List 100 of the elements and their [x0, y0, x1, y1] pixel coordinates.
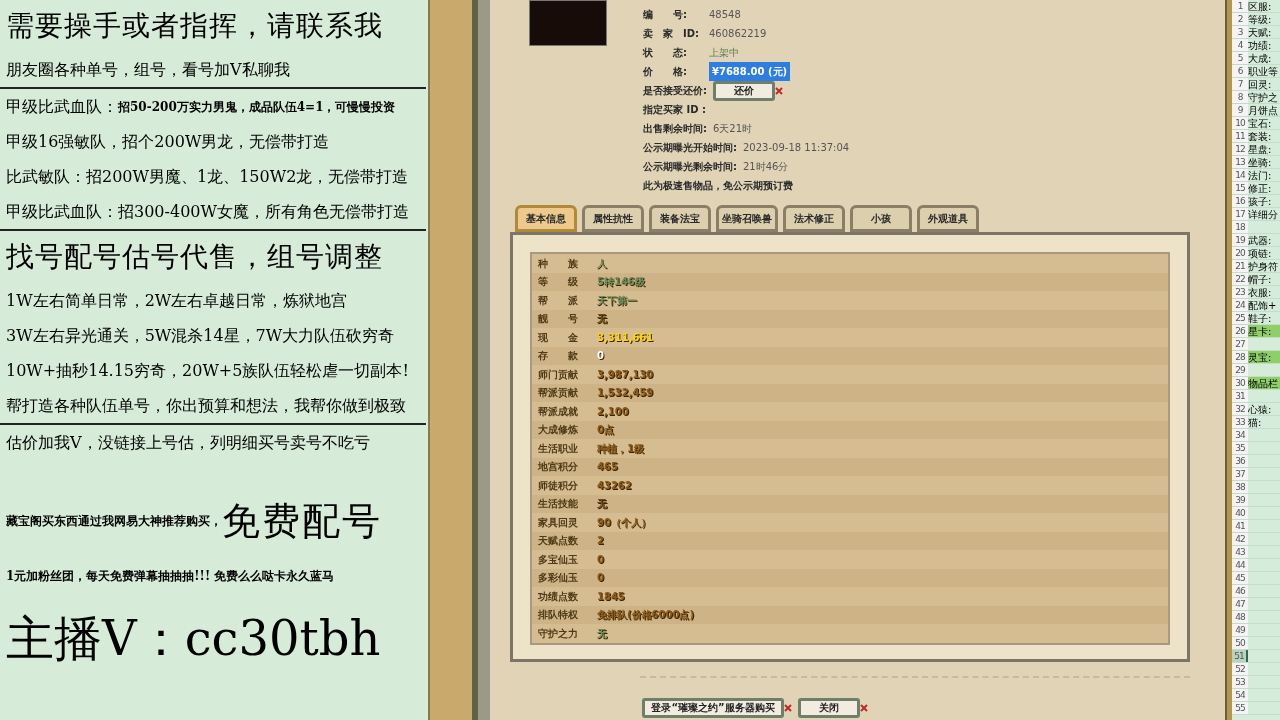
row-number: 8	[1232, 91, 1248, 103]
row-number: 37	[1232, 468, 1248, 480]
tab[interactable]: 装备法宝	[649, 205, 711, 232]
row-label: 存 款	[537, 349, 579, 364]
cross-icon	[860, 704, 868, 712]
row-label: 帮派贡献	[537, 386, 579, 401]
row-value: 天下第一	[597, 293, 637, 308]
promo-text: 找号配号估号代售，组号调整	[6, 239, 383, 275]
field-label: 编 号:	[643, 8, 688, 22]
row-number: 26	[1232, 325, 1248, 337]
row-number: 28	[1232, 351, 1248, 363]
field-value: 2023-09-18 11:37:04	[743, 141, 850, 155]
row-number: 23	[1232, 286, 1248, 298]
promo-text: 3W左右异光通关，5W混杀14星，7W大力队伍砍穷奇	[6, 324, 395, 347]
row-label: 现 金	[537, 330, 579, 345]
row-number: 24	[1232, 299, 1248, 311]
promo-text: 免费配号	[222, 497, 382, 545]
field-label: 是否接受还价:	[643, 84, 708, 98]
tab[interactable]: 法术修正	[783, 205, 845, 232]
row-label: 靓 号	[537, 312, 579, 327]
row-label: 生活技能	[537, 497, 579, 512]
tab[interactable]: 基本信息	[515, 205, 577, 232]
row-number: 19	[1232, 234, 1248, 246]
price-value: ¥7688.00 (元)	[709, 62, 791, 81]
sheet-cell: 灵宝:	[1248, 351, 1280, 363]
row-label: 排队特权	[537, 608, 579, 623]
row-label: 帮派成就	[537, 404, 579, 419]
promo-text: 甲级比武血队：招300-400W女魔，所有角色无偿带打造	[6, 200, 409, 223]
row-number: 50	[1232, 637, 1248, 649]
row-number: 3	[1232, 26, 1248, 38]
row-number: 33	[1232, 416, 1248, 428]
row-number: 22	[1232, 273, 1248, 285]
promo-text: 甲级16强敏队，招个200W男龙，无偿带打造	[6, 130, 330, 153]
frame-button[interactable]: 关闭	[798, 698, 860, 718]
row-label: 家具回灵	[537, 515, 579, 530]
row-value: 43262	[597, 478, 632, 493]
row-number: 20	[1232, 247, 1248, 259]
row-number: 32	[1232, 403, 1248, 415]
row-value: 3,987,130	[597, 367, 654, 382]
cross-icon	[784, 704, 792, 712]
sheet-cell: 星卡:	[1248, 325, 1280, 337]
promo-text: 1W左右简单日常，2W左右卓越日常，炼狱地宫	[6, 289, 348, 312]
row-number: 15	[1232, 182, 1248, 194]
promo-text: 需要操手或者指挥，请联系我	[6, 8, 383, 44]
field-value: 上架中	[709, 46, 739, 60]
row-value: 465	[597, 460, 618, 475]
row-number: 29	[1232, 364, 1248, 376]
row-number: 30	[1232, 377, 1248, 389]
promo-text: 比武敏队：招200W男魔、1龙、150W2龙，无偿带打造	[6, 165, 409, 188]
field-label: 卖 家 ID:	[643, 27, 701, 41]
frame-button[interactable]: 登录“璀璨之约”服务器购买	[642, 698, 784, 718]
row-value: 0点	[597, 423, 614, 438]
field-label: 公示期曝光开始时间:	[643, 141, 738, 155]
row-number: 36	[1232, 455, 1248, 467]
sheet-cell: 护身符	[1248, 260, 1280, 272]
tab[interactable]: 小孩	[850, 205, 912, 232]
row-value: 0	[597, 349, 604, 364]
row-label: 天赋点数	[537, 534, 579, 549]
field-label: 公示期曝光剩余时间:	[643, 160, 738, 174]
row-number: 31	[1232, 390, 1248, 402]
field-label: 指定买家 ID :	[643, 103, 706, 117]
promo-text: 朋友圈各种单号，组号，看号加V私聊我	[6, 58, 290, 81]
tab[interactable]: 外观道具	[917, 205, 979, 232]
promo-text: 估价加我V，没链接上号估，列明细买号卖号不吃亏	[6, 431, 370, 454]
field-value: 21时46分	[743, 160, 789, 174]
promo-text: 藏宝阁买东西通过我网易大神推荐购买，	[6, 513, 222, 530]
frame-button[interactable]: 还价	[713, 80, 775, 101]
promo-text: 主播V：cc30tbh	[6, 609, 381, 668]
row-number: 4	[1232, 39, 1248, 51]
row-value: 人	[597, 256, 607, 271]
row-label: 生活职业	[537, 441, 579, 456]
promo-text: 10W+抽秒14.15穷奇，20W+5族队伍轻松虐一切副本!	[6, 359, 409, 382]
row-value: 0	[597, 571, 604, 586]
tab[interactable]: 属性抗性	[582, 205, 644, 232]
row-number: 47	[1232, 598, 1248, 610]
field-label: 状 态:	[643, 46, 688, 60]
promo-text: 招50-200万实力男鬼，成品队伍4=1，可慢慢投资	[118, 98, 396, 116]
row-number: 54	[1232, 689, 1248, 701]
row-number: 52	[1232, 663, 1248, 675]
row-value: 5转146级	[597, 275, 645, 290]
row-label: 等 级	[537, 275, 579, 290]
row-label: 师徒积分	[537, 478, 579, 493]
row-number: 39	[1232, 494, 1248, 506]
field-value: 48548	[709, 8, 741, 22]
promo-text: 帮打造各种队伍单号，你出预算和想法，我帮你做到极致	[6, 394, 406, 417]
tab[interactable]: 坐骑召唤兽	[716, 205, 778, 232]
field-value: 6天21时	[713, 122, 753, 136]
row-number: 40	[1232, 507, 1248, 519]
row-value: 1,532,459	[597, 386, 654, 401]
field-label: 出售剩余时间:	[643, 122, 708, 136]
row-number: 7	[1232, 78, 1248, 90]
row-number: 17	[1232, 208, 1248, 220]
row-number: 45	[1232, 572, 1248, 584]
row-number: 21	[1232, 260, 1248, 272]
row-number: 35	[1232, 442, 1248, 454]
row-value: 2,100	[597, 404, 629, 419]
row-value: 90（个人）	[597, 515, 651, 530]
field-label: 此为极速售物品，免公示期预订费	[643, 179, 793, 193]
row-number: 1	[1232, 0, 1248, 12]
row-number: 55	[1232, 702, 1248, 714]
